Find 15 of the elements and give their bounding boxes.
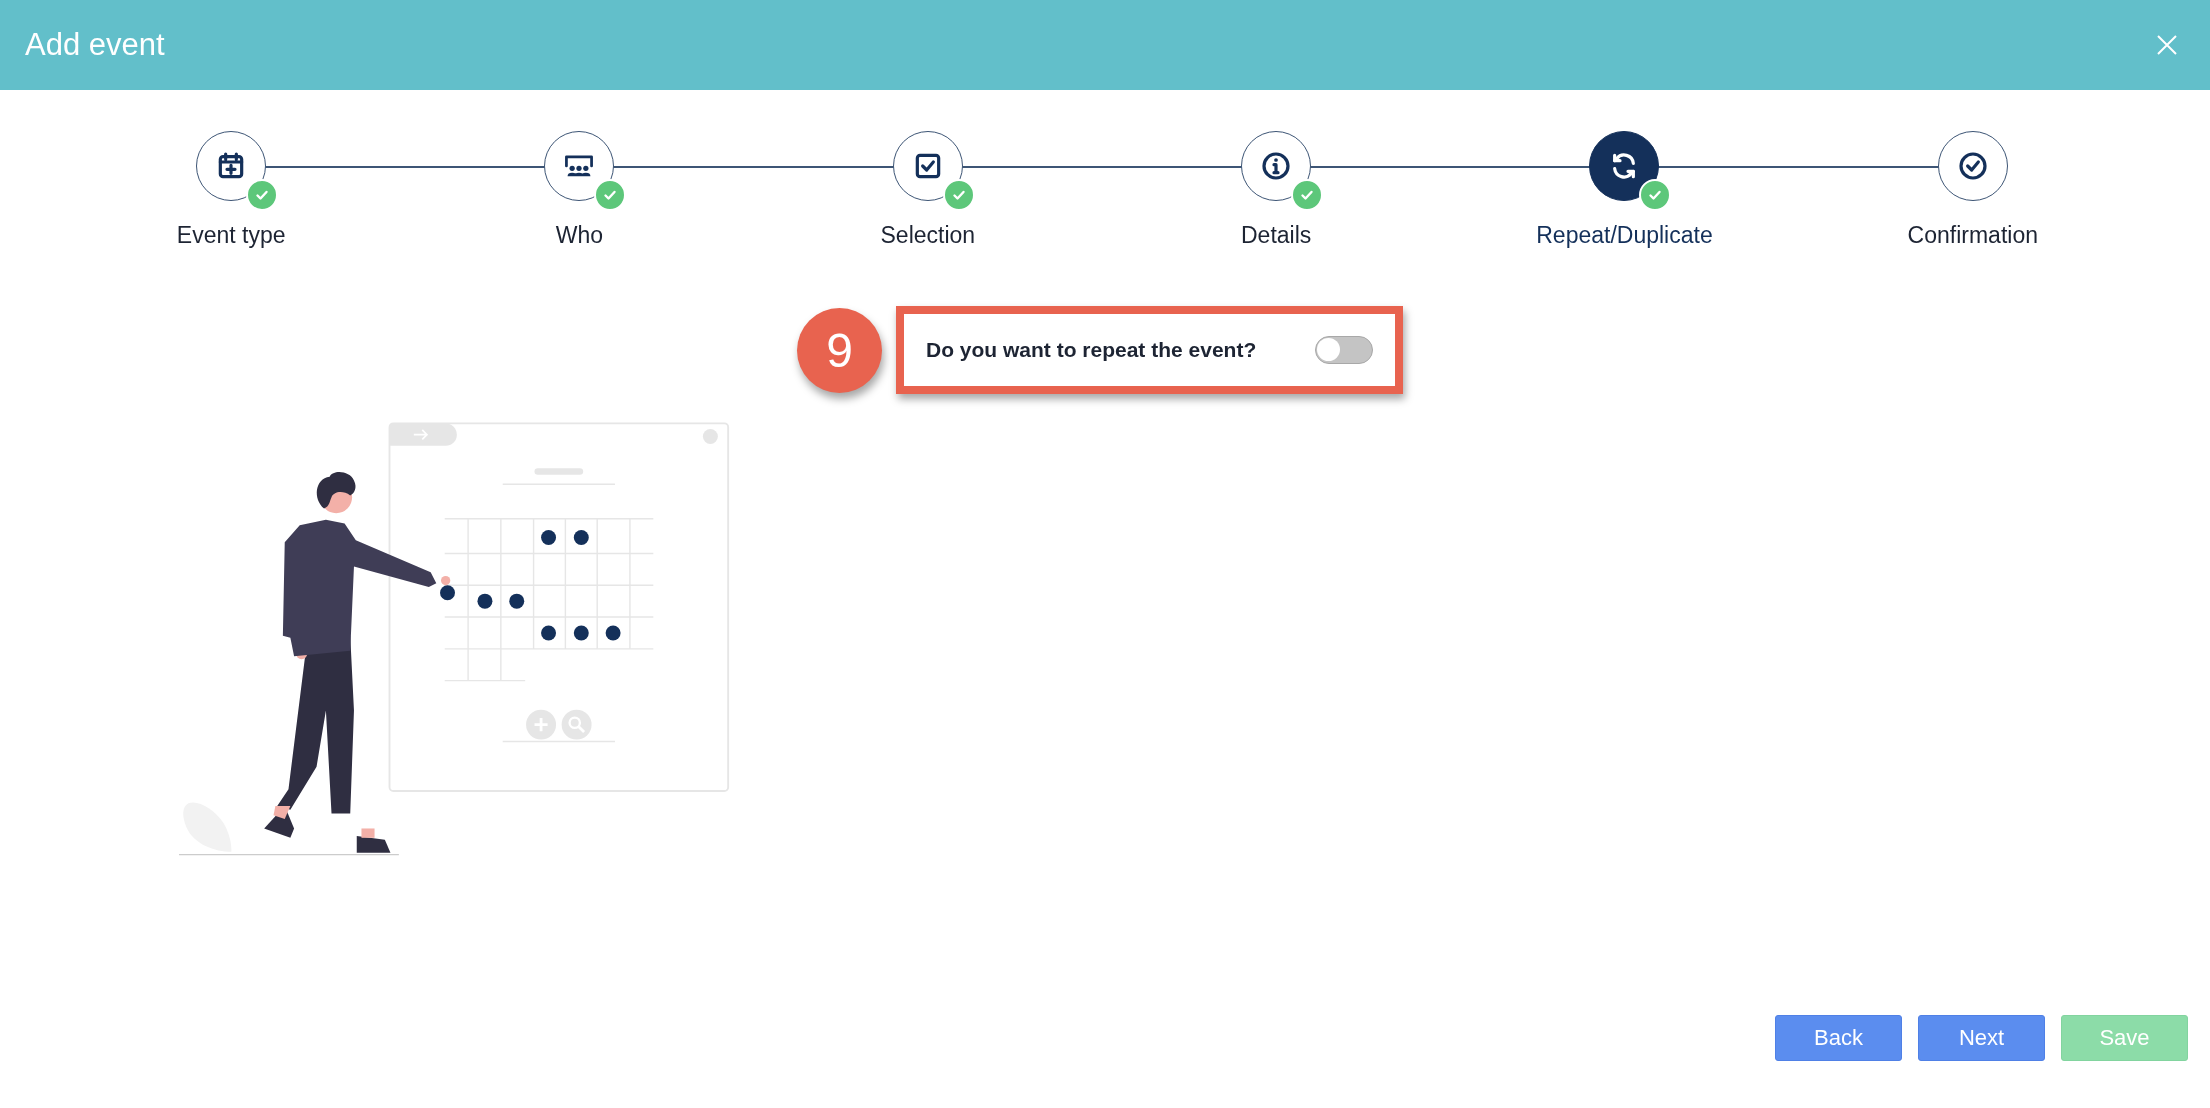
repeat-question: Do you want to repeat the event? [926,338,1257,362]
step-label: Event type [176,222,286,249]
info-icon [1260,150,1293,182]
step-label: Details [1241,222,1312,249]
check-circle-icon [1956,150,1989,182]
toggle-switch[interactable] [1315,336,1373,364]
annotation-number: 9 [797,307,882,393]
step-label: Who [555,222,604,249]
step-label: Confirmation [1907,222,2038,249]
step-label: Repeat/Duplicate [1536,222,1713,249]
dialog-title: Add event [25,27,165,63]
close-icon [2156,34,2178,56]
step-label: Selection [880,222,976,249]
nav-button[interactable]: Back [1775,1015,1902,1061]
nav-button[interactable]: Next [1918,1015,2045,1061]
